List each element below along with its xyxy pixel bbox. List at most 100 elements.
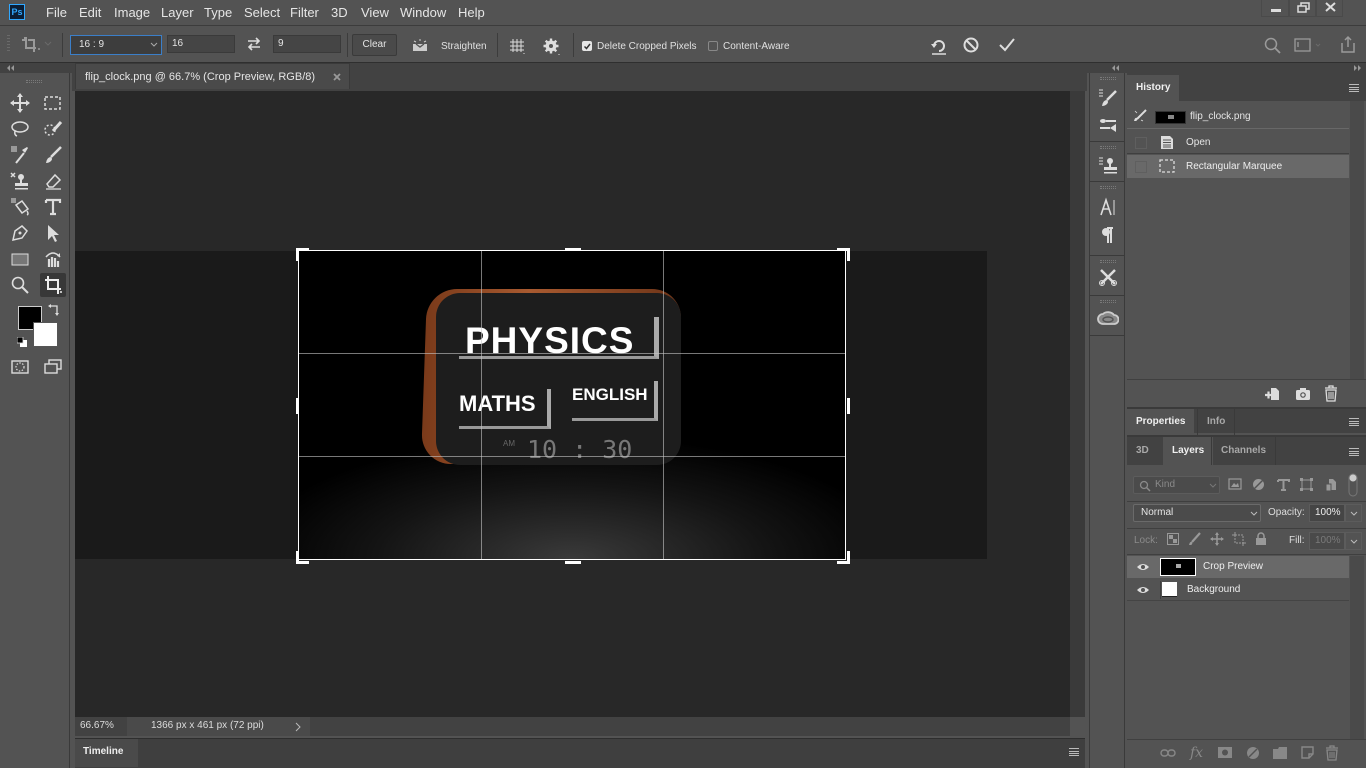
- crop-height-input[interactable]: 9: [273, 35, 341, 53]
- opacity-slider-toggle[interactable]: [1345, 504, 1362, 522]
- rectangular-marquee-tool[interactable]: [40, 91, 66, 115]
- crop-width-input[interactable]: 16: [167, 35, 235, 53]
- lock-image-pixels-icon[interactable]: [1188, 532, 1201, 546]
- cancel-crop-icon[interactable]: [962, 36, 980, 54]
- link-layers-icon[interactable]: [1160, 748, 1176, 758]
- straighten-icon[interactable]: [410, 37, 430, 53]
- camera-snapshot-icon[interactable]: [1295, 386, 1311, 402]
- paint-bucket-tool[interactable]: [7, 195, 33, 219]
- filter-type-layers-icon[interactable]: [1277, 478, 1290, 491]
- opacity-input[interactable]: 100%: [1309, 504, 1345, 522]
- menu-view[interactable]: View: [361, 5, 389, 20]
- delete-layer-trash-icon[interactable]: [1325, 745, 1339, 761]
- clone-stamp-tool[interactable]: [7, 169, 33, 193]
- tab-properties[interactable]: Properties: [1127, 409, 1195, 435]
- tab-history[interactable]: History: [1127, 75, 1180, 101]
- collapse-dock-icon[interactable]: [1111, 65, 1121, 71]
- chevron-right-icon[interactable]: [295, 722, 301, 732]
- eye-visibility-icon[interactable]: [1136, 562, 1150, 572]
- screen-mode-tool[interactable]: [40, 355, 66, 379]
- layers-panel-menu-icon[interactable]: [1349, 448, 1359, 456]
- blend-mode-select[interactable]: Normal: [1133, 504, 1261, 522]
- tool-presets-button[interactable]: [1094, 265, 1122, 289]
- filter-pixel-layers-icon[interactable]: [1228, 478, 1242, 490]
- menu-window[interactable]: Window: [400, 5, 446, 20]
- history-panel-menu-icon[interactable]: [1349, 84, 1359, 92]
- properties-panel-menu-icon[interactable]: [1349, 418, 1359, 426]
- move-tool[interactable]: [7, 91, 33, 115]
- timeline-menu-icon[interactable]: [1069, 748, 1079, 756]
- layer-row-background[interactable]: Background: [1127, 579, 1349, 601]
- eraser-tool[interactable]: [40, 169, 66, 193]
- filter-smart-objects-icon[interactable]: [1325, 478, 1337, 492]
- gear-icon[interactable]: [543, 38, 561, 56]
- filter-adjustment-layers-icon[interactable]: [1252, 478, 1265, 491]
- commit-crop-icon[interactable]: [998, 37, 1016, 53]
- layer-row-crop-preview[interactable]: Crop Preview: [1127, 556, 1349, 578]
- new-adjustment-layer-icon[interactable]: [1246, 746, 1260, 760]
- history-snapshot[interactable]: flip_clock.png: [1127, 101, 1349, 129]
- filter-toggle-switch[interactable]: [1348, 473, 1358, 497]
- quick-selection-tool[interactable]: [40, 117, 66, 141]
- history-item-rectangular-marquee[interactable]: Rectangular Marquee: [1127, 155, 1349, 178]
- history-brush-source-icon[interactable]: [1133, 108, 1147, 122]
- menu-3d[interactable]: 3D: [331, 5, 348, 20]
- reset-crop-icon[interactable]: [929, 36, 949, 56]
- grid-overlay-icon[interactable]: [508, 37, 526, 55]
- new-document-from-state-icon[interactable]: [1264, 386, 1280, 402]
- rotate-view-tool[interactable]: [40, 247, 66, 271]
- menu-help[interactable]: Help: [458, 5, 485, 20]
- restore-button[interactable]: [1289, 0, 1316, 17]
- eyedropper-tool[interactable]: [7, 143, 33, 167]
- paragraph-button[interactable]: [1094, 223, 1122, 247]
- brush-settings-button[interactable]: [1094, 113, 1122, 137]
- collapse-toolbar-icon[interactable]: [6, 65, 16, 71]
- layers-scrollbar[interactable]: [1350, 556, 1364, 739]
- menu-image[interactable]: Image: [114, 5, 150, 20]
- brush-tool[interactable]: [40, 143, 66, 167]
- ratio-preset-select[interactable]: 16 : 9: [70, 35, 162, 55]
- lock-transparent-pixels-icon[interactable]: [1167, 533, 1179, 545]
- document-tab[interactable]: flip_clock.png @ 66.7% (Crop Preview, RG…: [75, 63, 350, 89]
- canvas-area[interactable]: PHYSICS MATHS ENGLISH AM 10 : 30: [75, 91, 1070, 717]
- expand-panels-icon[interactable]: [1353, 65, 1363, 71]
- new-layer-icon[interactable]: [1301, 746, 1314, 760]
- tab-layers[interactable]: Layers: [1163, 437, 1214, 465]
- new-group-folder-icon[interactable]: [1273, 747, 1287, 759]
- delete-cropped-pixels-checkbox[interactable]: [582, 41, 592, 51]
- history-brush-checkbox[interactable]: [1135, 137, 1147, 149]
- swap-colors-icon[interactable]: [48, 303, 60, 317]
- tab-channels[interactable]: Channels: [1211, 437, 1277, 465]
- clear-button[interactable]: Clear: [352, 34, 397, 56]
- menu-type[interactable]: Type: [204, 5, 232, 20]
- swap-dimensions-icon[interactable]: [246, 37, 262, 51]
- tab-info[interactable]: Info: [1197, 409, 1236, 435]
- menu-edit[interactable]: Edit: [79, 5, 101, 20]
- close-tab-icon[interactable]: [332, 72, 342, 82]
- background-color-swatch[interactable]: [33, 322, 58, 347]
- tool-preset-picker[interactable]: [18, 33, 54, 55]
- minimize-button[interactable]: [1261, 0, 1289, 17]
- libraries-button[interactable]: [1094, 306, 1122, 330]
- default-colors-icon[interactable]: [17, 337, 28, 348]
- zoom-level[interactable]: 66.67%: [80, 720, 114, 731]
- layer-style-fx-icon[interactable]: fx: [1190, 745, 1203, 761]
- menu-select[interactable]: Select: [244, 5, 280, 20]
- brush-presets-button[interactable]: [1094, 85, 1122, 109]
- character-button[interactable]: [1094, 195, 1122, 219]
- type-tool[interactable]: [40, 195, 66, 219]
- history-brush-checkbox[interactable]: [1135, 161, 1147, 173]
- tab-3d[interactable]: 3D: [1127, 437, 1158, 465]
- crop-handle-bottom[interactable]: [565, 561, 581, 564]
- lock-artboard-icon[interactable]: [1232, 532, 1246, 546]
- vertical-scrollbar[interactable]: [1070, 91, 1085, 717]
- history-item-open[interactable]: Open: [1127, 131, 1349, 154]
- eye-visibility-icon[interactable]: [1136, 585, 1150, 595]
- lasso-tool[interactable]: [7, 117, 33, 141]
- layer-filter-kind-select[interactable]: Kind: [1133, 476, 1220, 494]
- quick-mask-tool[interactable]: [7, 355, 33, 379]
- add-mask-icon[interactable]: [1218, 747, 1232, 759]
- pen-tool[interactable]: [7, 221, 33, 245]
- path-selection-tool[interactable]: [40, 221, 66, 245]
- trash-icon[interactable]: [1324, 385, 1338, 402]
